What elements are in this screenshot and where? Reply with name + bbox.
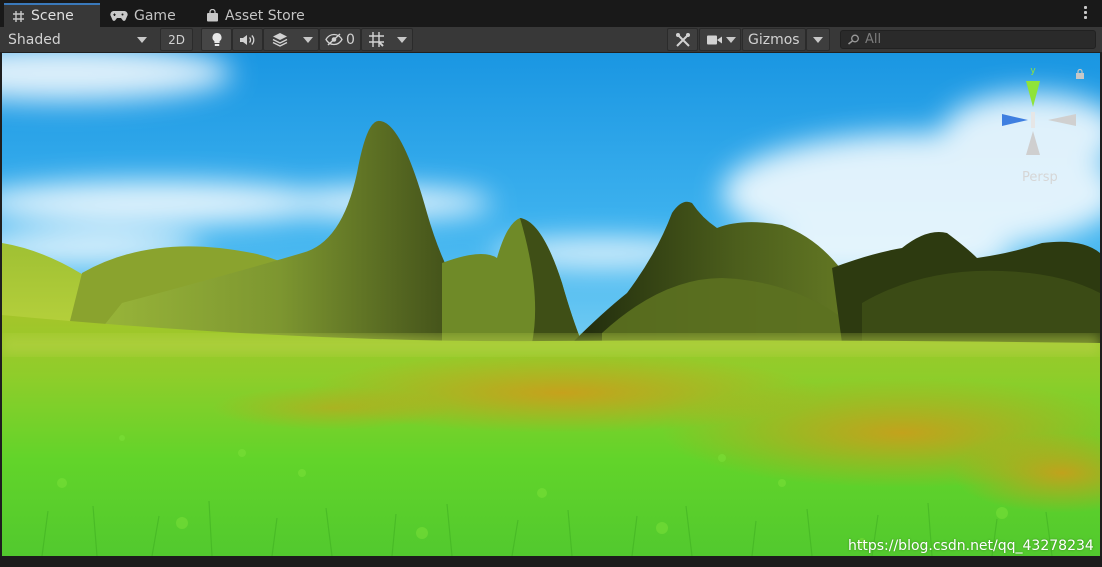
eye-slash-icon — [325, 33, 343, 46]
scene-grid-icon — [12, 10, 25, 23]
tab-scene[interactable]: Scene — [4, 3, 100, 27]
chevron-down-icon — [726, 36, 736, 43]
watermark-text: https://blog.csdn.net/qq_43278234 — [848, 538, 1094, 554]
hidden-objects-toggle[interactable]: 0 — [319, 28, 361, 51]
lock-icon[interactable] — [1075, 68, 1085, 80]
shading-mode-dropdown[interactable]: Shaded — [2, 28, 154, 51]
effects-dropdown[interactable] — [263, 28, 319, 51]
camera-settings-dropdown[interactable] — [699, 28, 741, 51]
svg-text:y: y — [1030, 66, 1036, 76]
projection-label[interactable]: Persp — [1022, 170, 1058, 185]
store-bag-icon — [206, 9, 219, 22]
scene-toolbar: Shaded 2D 0 Gizmos All — [0, 27, 1102, 53]
more-options-icon[interactable] — [1084, 6, 1088, 21]
search-icon — [848, 34, 859, 45]
effects-layers-icon — [272, 33, 288, 47]
search-input[interactable]: All — [840, 30, 1096, 49]
hidden-count: 0 — [346, 31, 355, 48]
grid-snap-dropdown[interactable] — [361, 28, 413, 51]
chevron-down-icon — [397, 36, 407, 43]
tab-game[interactable]: Game — [102, 4, 192, 27]
tab-scene-label: Scene — [31, 8, 74, 24]
gizmos-button[interactable]: Gizmos — [742, 28, 806, 51]
shading-mode-value: Shaded — [8, 31, 61, 48]
toggle-2d-button[interactable]: 2D — [160, 28, 193, 51]
grid-icon — [369, 32, 384, 47]
tab-asset-store[interactable]: Asset Store — [198, 4, 318, 27]
chevron-down-icon — [303, 36, 313, 43]
chevron-down-icon — [137, 36, 147, 43]
scene-viewport[interactable]: y Persp https://blog.csdn.net/qq_4327823… — [2, 53, 1100, 556]
bottom-status-bar — [0, 556, 1102, 567]
camera-icon — [707, 35, 722, 44]
tab-game-label: Game — [134, 7, 176, 24]
chevron-down-icon — [813, 36, 823, 43]
gizmos-dropdown[interactable] — [806, 28, 830, 51]
tab-asset-store-label: Asset Store — [225, 7, 305, 24]
terrain-render — [2, 53, 1100, 556]
speaker-icon — [239, 34, 254, 45]
lightbulb-icon — [211, 32, 222, 46]
gizmos-label: Gizmos — [748, 31, 800, 48]
tools-button[interactable] — [667, 28, 698, 51]
tools-wrench-icon — [675, 32, 690, 47]
gamepad-icon — [110, 10, 128, 22]
audio-toggle[interactable] — [232, 28, 263, 51]
search-placeholder: All — [865, 32, 882, 47]
lighting-toggle[interactable] — [201, 28, 232, 51]
scene-tab-bar: Scene Game Asset Store — [0, 0, 1102, 28]
toggle-2d-label: 2D — [168, 32, 185, 47]
